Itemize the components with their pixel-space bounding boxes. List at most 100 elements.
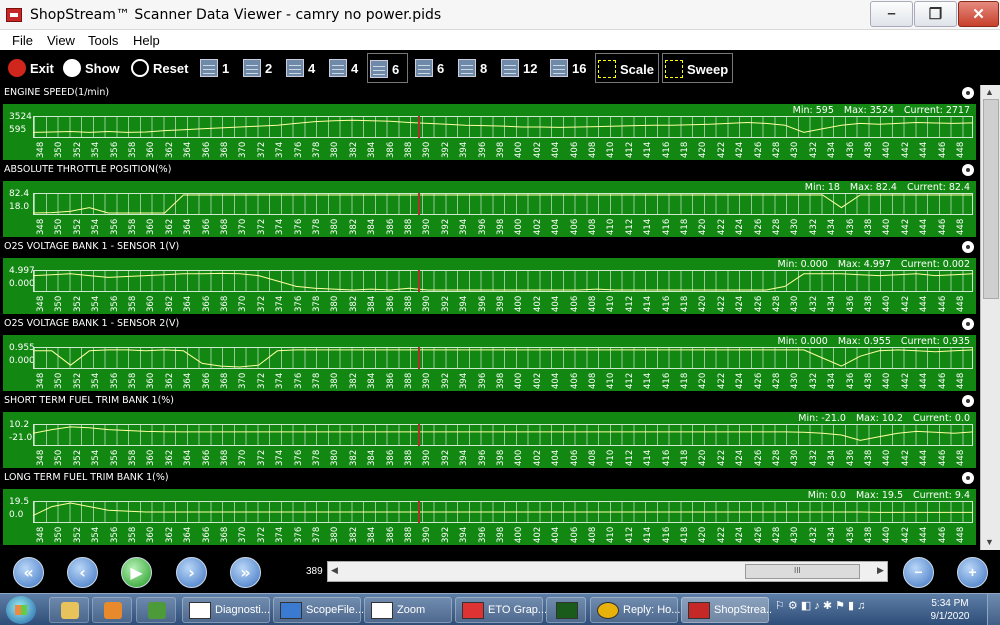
vertical-scroll-thumb[interactable] [983,99,999,299]
graph-panel[interactable]: ABSOLUTE THROTTLE POSITION(%) Min: 18 Max:… [0,162,980,239]
time-cursor[interactable] [418,347,420,369]
graph-panel[interactable]: ENGINE SPEED(1/min) Min: 595 Max: 3524 Curr… [0,85,980,162]
x-tick-label: 380 [330,372,341,389]
minimize-button[interactable]: – [870,1,913,27]
exit-button[interactable]: Exit [6,53,56,83]
x-tick-label: 436 [845,526,856,543]
scroll-left-icon[interactable]: ◀ [331,565,338,576]
task-shopstream[interactable]: ShopStrea... [681,597,772,623]
graph-options-icon[interactable] [962,318,974,330]
clock-date: 9/1/2020 [930,611,970,622]
graph-plot[interactable]: Min: 0.0 Max: 19.5 Current: 9.4 19.5 0.0 348 3… [3,489,976,545]
time-cursor[interactable] [418,193,420,215]
x-tick-label: 418 [680,141,690,158]
x-tick-label: 442 [900,141,911,158]
menu-view[interactable]: View [47,33,75,48]
reset-button[interactable]: Reset [129,53,189,83]
timeline-scrollbar[interactable]: ◀ ▶ [327,561,888,582]
graph-panel[interactable]: SHORT TERM FUEL TRIM BANK 1(%) Min: -21.0… [0,393,980,470]
scroll-right-icon[interactable]: ▶ [877,565,884,576]
stat-max: Max: 4.997 [837,259,891,270]
x-tick-label: 370 [238,449,249,466]
graph-plot[interactable]: Min: 18 Max: 82.4 Current: 82.4 82.4 18.0 348… [3,181,976,237]
menu-tools[interactable]: Tools [88,33,118,48]
task-diagnostics[interactable]: Diagnosti... [182,597,270,623]
show-button[interactable]: Show [61,53,120,83]
x-tick-label: 430 [790,526,801,543]
graph-panel[interactable]: O2S VOLTAGE BANK 1 - SENSOR 1(V) Min: 0.0… [0,239,980,316]
timeline-scroll-thumb[interactable] [745,564,860,579]
graph-plot[interactable]: Min: 595 Max: 3524 Current: 2717 3524 595 348… [3,104,976,160]
time-cursor[interactable] [418,116,420,138]
scale-button[interactable]: Scale [595,53,659,83]
menu-file[interactable]: File [12,33,33,48]
zoom-out-button[interactable]: − [903,557,934,588]
clock[interactable]: 5:34 PM 9/1/2020 [920,597,980,623]
graph-options-icon[interactable] [962,164,974,176]
zoom-in-button[interactable]: + [957,557,988,588]
x-tick-label: 446 [937,295,948,312]
sweep-button[interactable]: Sweep [662,53,733,83]
graph-options-icon[interactable] [962,241,974,253]
minimize-icon: – [887,5,896,22]
menu-bar: File View Tools Help [0,30,1000,50]
fast-forward-button[interactable]: » [230,557,261,588]
stat-current: Current: 9.4 [912,490,970,501]
task-chrome[interactable]: Reply: Ho... [590,597,680,623]
layout-1-button[interactable]: 1 [198,53,233,83]
graph-options-icon[interactable] [962,395,974,407]
time-cursor[interactable] [418,501,420,523]
task-scanner[interactable] [546,597,586,623]
task-scopefile[interactable]: ScopeFile... [273,597,364,623]
pinned-explorer[interactable] [49,597,89,623]
layout-16-button[interactable]: 16 [548,53,593,83]
graph-options-icon[interactable] [962,472,974,484]
x-tick-label: 372 [256,141,267,158]
graph-options-icon[interactable] [962,87,974,99]
graph-plot[interactable]: Min: 0.000 Max: 4.997 Current: 0.002 4.997 0… [3,258,976,314]
scroll-up-icon[interactable]: ▲ [985,87,994,97]
rewind-button[interactable]: « [13,557,44,588]
scroll-down-icon[interactable]: ▼ [985,537,994,547]
stat-current: Current: 2717 [903,105,970,116]
layout-6b-button[interactable]: 6 [413,53,448,83]
maximize-button[interactable]: ❐ [914,1,957,27]
task-zoom[interactable]: Zoom [364,597,452,623]
x-tick-label: 420 [698,372,709,389]
trace-line [32,194,973,214]
show-desktop-button[interactable] [987,594,1000,625]
start-button[interactable] [6,596,36,624]
layout-6-button[interactable]: 6 [367,53,408,83]
layout-4-button[interactable]: 4 [284,53,319,83]
vertical-scrollbar[interactable]: ▲ ▼ [980,85,1000,550]
x-tick-label: 384 [367,141,378,158]
layout-12-button[interactable]: 12 [499,53,544,83]
layout-4b-button[interactable]: 4 [327,53,362,83]
trace-svg [32,272,974,291]
step-back-button[interactable]: ‹ [67,557,98,588]
graph-plot[interactable]: Min: -21.0 Max: 10.2 Current: 0.0 10.2 -21.0… [3,412,976,468]
x-tick-label: 368 [220,218,230,235]
graph-plot[interactable]: Min: 0.000 Max: 0.955 Current: 0.935 0.955 0… [3,335,976,391]
time-cursor[interactable] [418,270,420,292]
sweep-icon [665,60,683,78]
x-tick-label: 398 [496,526,506,543]
trace-svg [32,119,974,133]
layout-8-button[interactable]: 8 [456,53,491,83]
close-button[interactable]: ✕ [958,1,999,27]
play-button[interactable]: ▶ [121,557,152,588]
x-tick-label: 380 [330,141,341,158]
graph-panel[interactable]: O2S VOLTAGE BANK 1 - SENSOR 2(V) Min: 0.0… [0,316,980,393]
task-eto-graph[interactable]: ETO Grap... [455,597,546,623]
pinned-media-player[interactable] [92,597,132,623]
layout-2-button[interactable]: 2 [241,53,276,83]
x-tick-label: 410 [606,372,617,389]
system-tray[interactable]: ⚐ ⚙ ◧ ♪ ✱ ⚑ ▮ ♫ [775,599,865,612]
pinned-evernote[interactable] [136,597,176,623]
x-tick-label: 404 [551,372,562,389]
time-cursor[interactable] [418,424,420,446]
x-tick-label: 428 [772,141,782,158]
menu-help[interactable]: Help [133,33,160,48]
step-forward-button[interactable]: › [176,557,207,588]
graph-panel[interactable]: LONG TERM FUEL TRIM BANK 1(%) Min: 0.0 Max… [0,470,980,547]
